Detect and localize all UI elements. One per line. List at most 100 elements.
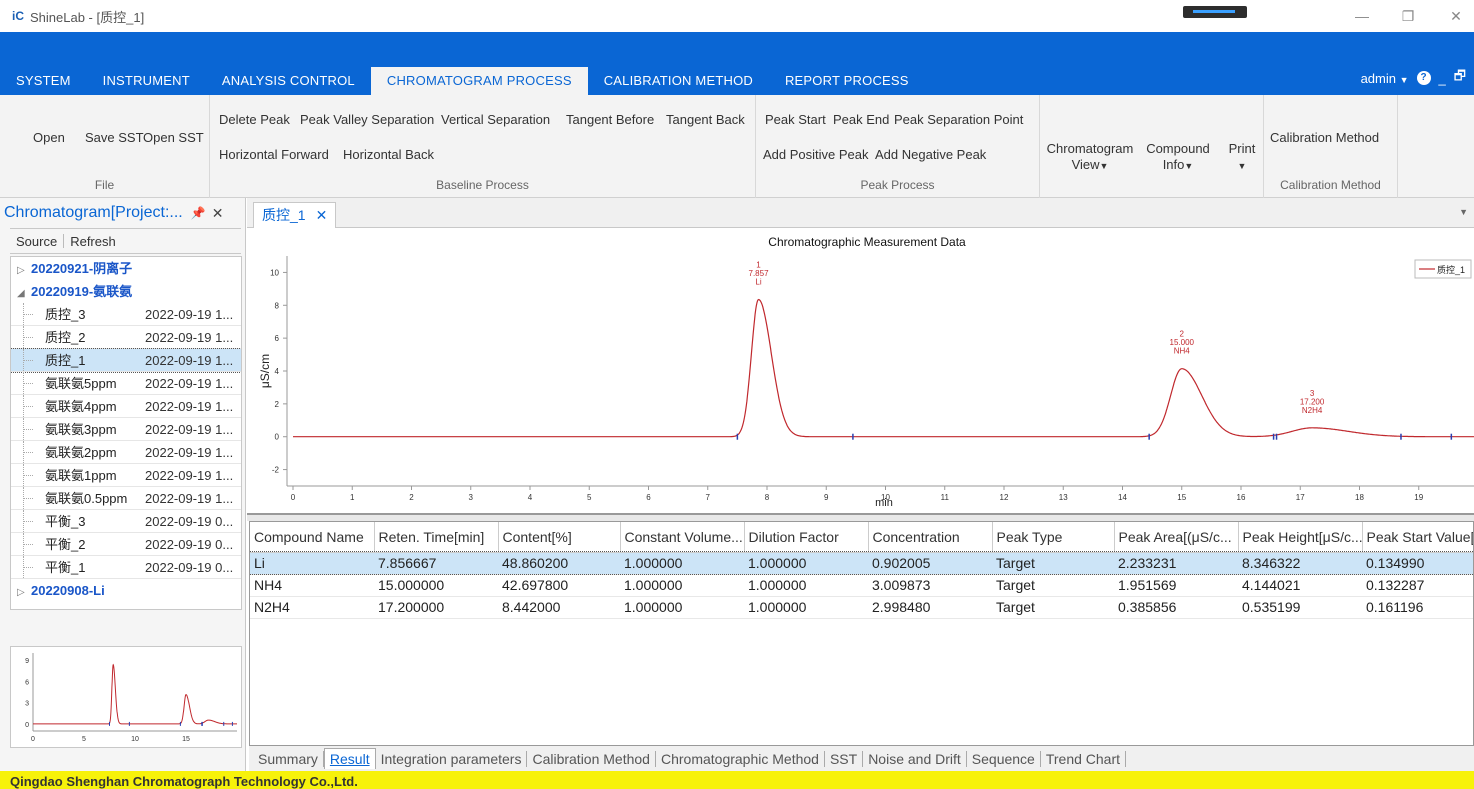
column-header[interactable]: Compound Name	[250, 522, 375, 553]
column-header[interactable]: Peak Area[(μS/c...	[1114, 522, 1239, 553]
horizontal-forward-button[interactable]: Horizontal Forward	[219, 147, 329, 162]
column-header[interactable]: Peak Height[μS/c...	[1238, 522, 1363, 553]
save-sst-button[interactable]: Save SST	[85, 130, 144, 145]
help-icon[interactable]: ?	[1416, 71, 1431, 85]
menu-tab[interactable]: INSTRUMENT	[87, 67, 206, 95]
result-tab[interactable]: Integration parameters	[376, 750, 528, 767]
tangent-before-button[interactable]: Tangent Before	[566, 112, 654, 127]
x-tick-label: 9	[824, 493, 829, 502]
table-cell: 1.951569	[1114, 574, 1238, 597]
column-header[interactable]: Content[%]	[498, 522, 621, 553]
delete-peak-button[interactable]: Delete Peak	[219, 112, 290, 127]
peak-start-button[interactable]: Peak Start	[765, 112, 826, 127]
mini-x-tick-label: 15	[182, 736, 190, 743]
result-tab[interactable]: Sequence	[967, 750, 1041, 767]
result-tab[interactable]: Noise and Drift	[863, 750, 967, 767]
tree-item[interactable]: 氨联氨4ppm 2022-09-19 1...	[11, 395, 241, 418]
x-tick-label: 15	[1177, 493, 1186, 502]
user-menu[interactable]: admin ▼	[1361, 71, 1409, 86]
panel-close-icon[interactable]: ✕	[212, 205, 224, 222]
table-cell: 7.856667	[374, 552, 498, 575]
expand-arrow-icon[interactable]: ▷	[17, 581, 31, 604]
result-tab[interactable]: SST	[825, 750, 864, 767]
y-tick-label: 10	[270, 268, 279, 277]
y-tick-label: 4	[275, 367, 280, 376]
chromatogram-chart[interactable]: Chromatographic Measurement Data 10 8 6 4 2 0-…	[247, 228, 1474, 515]
open-sst-button[interactable]: Open SST	[143, 130, 204, 145]
tree-item[interactable]: 质控_2 2022-09-19 1...	[11, 326, 241, 349]
close-icon[interactable]: ✕	[1446, 8, 1466, 25]
tree-item[interactable]: 氨联氨3ppm 2022-09-19 1...	[11, 418, 241, 441]
add-negative-peak-button[interactable]: Add Negative Peak	[875, 147, 986, 162]
tree-group[interactable]: ▷ 20220908-Li	[11, 579, 241, 602]
tree-group[interactable]: ◢ 20220919-氨联氨	[11, 280, 241, 303]
tree-item[interactable]: 氨联氨0.5ppm 2022-09-19 1...	[11, 487, 241, 510]
tangent-back-button[interactable]: Tangent Back	[666, 112, 745, 127]
table-row[interactable]: Li 7.856667 48.860200 1.000000 1.000000 0.902…	[250, 551, 1473, 575]
x-tick-label: 1	[350, 493, 355, 502]
compound-info-dropdown[interactable]: Compound Info▼	[1142, 141, 1214, 174]
menu-tab[interactable]: ANALYSIS CONTROL	[206, 67, 371, 95]
table-cell: 17.200000	[374, 596, 498, 619]
table-row[interactable]: N2H4 17.200000 8.442000 1.000000 1.000000 2.9…	[250, 596, 1473, 619]
source-button[interactable]: Source	[10, 234, 63, 249]
tree-item-date: 2022-09-19 1...	[145, 399, 234, 414]
column-header[interactable]: Reten. Time[min]	[374, 522, 499, 553]
menu-tab[interactable]: CHROMATOGRAM PROCESS	[370, 67, 588, 95]
column-header[interactable]: Dilution Factor	[744, 522, 869, 553]
print-dropdown[interactable]: Print ▼	[1224, 141, 1260, 174]
peak-end-button[interactable]: Peak End	[833, 112, 889, 127]
result-tab[interactable]: Trend Chart	[1041, 750, 1127, 767]
collapse-arrow-icon[interactable]: ◢	[17, 282, 31, 305]
open-button[interactable]: Open	[33, 130, 65, 145]
result-tab[interactable]: Chromatographic Method	[656, 750, 825, 767]
tree-item-name: 质控_1	[45, 353, 86, 368]
x-tick-label: 11	[941, 493, 950, 502]
result-tab[interactable]: Result	[323, 748, 376, 769]
add-positive-peak-button[interactable]: Add Positive Peak	[763, 147, 869, 162]
tree-group[interactable]: ▷ 20220921-阴离子	[11, 257, 241, 280]
expand-arrow-icon[interactable]: ▷	[17, 259, 31, 282]
doc-tab[interactable]: 质控_1 ✕	[253, 202, 337, 228]
column-header[interactable]: Constant Volume...	[620, 522, 745, 553]
tree-item[interactable]: 平衡_2 2022-09-19 0...	[11, 533, 241, 556]
tree-item-name: 氨联氨2ppm	[45, 445, 117, 460]
calibration-method-button[interactable]: Calibration Method	[1270, 130, 1379, 145]
menu-tab[interactable]: REPORT PROCESS	[769, 67, 925, 95]
float-window-icon[interactable]: 🗗	[1454, 67, 1466, 89]
refresh-button[interactable]: Refresh	[64, 234, 122, 249]
column-header[interactable]: Peak Start Value[...	[1362, 522, 1473, 553]
x-tick-label: 17	[1296, 493, 1305, 502]
minimize-icon[interactable]: —	[1352, 8, 1372, 24]
vertical-separation-button[interactable]: Vertical Separation	[441, 112, 550, 127]
tabs-dropdown-icon[interactable]: ▼	[1459, 207, 1468, 217]
result-tab[interactable]: Summary	[253, 750, 324, 767]
pin-icon[interactable]: 📌	[191, 206, 206, 220]
minimize-ribbon-icon[interactable]: _	[1439, 71, 1446, 86]
menu-tab[interactable]: SYSTEM	[0, 67, 87, 95]
tree-item-date: 2022-09-19 1...	[145, 353, 234, 368]
column-header[interactable]: Concentration	[868, 522, 993, 553]
tree-item[interactable]: 平衡_3 2022-09-19 0...	[11, 510, 241, 533]
horizontal-back-button[interactable]: Horizontal Back	[343, 147, 434, 162]
menu-tab[interactable]: CALIBRATION METHOD	[588, 67, 769, 95]
peak-separation-point-button[interactable]: Peak Separation Point	[894, 112, 1023, 127]
ribbon-group-view: Chromatogram View▼ Compound Info▼ Print ▼	[1040, 95, 1264, 198]
tree-item[interactable]: 氨联氨5ppm 2022-09-19 1...	[11, 372, 241, 395]
result-tab[interactable]: Calibration Method	[527, 750, 656, 767]
table-cell: 1.000000	[744, 552, 868, 575]
peak-valley-separation-button[interactable]: Peak Valley Separation	[300, 112, 434, 127]
column-header[interactable]: Peak Type	[992, 522, 1115, 553]
ribbon-group-calibration: Calibration Method Calibration Method	[1264, 95, 1398, 198]
tree-item[interactable]: 平衡_1 2022-09-19 0...	[11, 556, 241, 579]
doc-tab-close-icon[interactable]: ✕	[316, 207, 328, 223]
table-row[interactable]: NH4 15.000000 42.697800 1.000000 1.000000 3.0…	[250, 574, 1473, 597]
overview-chart[interactable]: 9 6 3 0 0 5 10 15	[10, 646, 242, 748]
tree-item[interactable]: 氨联氨1ppm 2022-09-19 1...	[11, 464, 241, 487]
tree-item[interactable]: 质控_1 2022-09-19 1...	[11, 348, 241, 373]
restore-icon[interactable]: ❐	[1398, 8, 1418, 25]
y-axis-label: μS/cm	[258, 354, 272, 388]
tree-item[interactable]: 氨联氨2ppm 2022-09-19 1...	[11, 441, 241, 464]
tree-item[interactable]: 质控_3 2022-09-19 1...	[11, 303, 241, 326]
chromatogram-view-dropdown[interactable]: Chromatogram View▼	[1042, 141, 1138, 174]
